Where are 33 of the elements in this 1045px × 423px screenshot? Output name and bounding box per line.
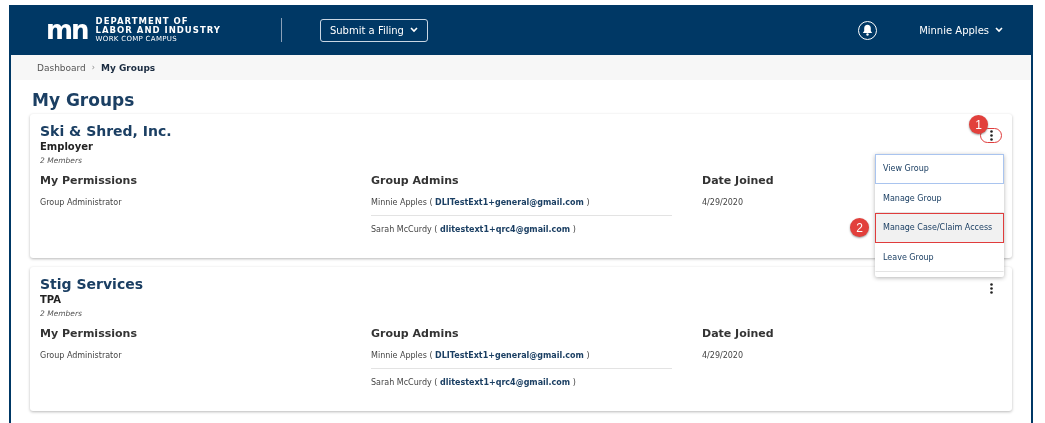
menu-item[interactable]: Manage Group <box>875 183 1004 213</box>
menu-item[interactable]: Leave Group <box>875 242 1004 272</box>
logo-mark: mn <box>46 17 88 43</box>
admin-entry: Minnie Apples ( DLITestExt1+general@gmail.com ) <box>371 351 591 362</box>
date-joined: 4/29/2020 <box>702 351 744 360</box>
breadcrumb-link[interactable]: Dashboard <box>37 62 86 73</box>
submit-filing-button[interactable]: Submit a Filing <box>319 18 428 42</box>
logo-text: LABOR AND INDUSTRY <box>95 25 221 35</box>
breadcrumb-link[interactable]: My Groups <box>101 62 156 73</box>
group-name: Ski & Shred, Inc. <box>40 123 172 139</box>
column-heading: My Permissions <box>40 174 138 187</box>
column-heading: Date Joined <box>702 174 775 187</box>
callout-badge: 2 <box>850 218 869 237</box>
user-menu-button[interactable]: Minnie Apples <box>917 22 1005 38</box>
admin-entry: Minnie Apples ( DLITestExt1+general@gmail.com ) <box>371 198 591 209</box>
breadcrumb-separator-icon: › <box>91 63 96 72</box>
admin-entry: Sarah McCurdy ( dlitestext1+qrc4@gmail.com ) <box>371 215 672 242</box>
group-type: TPA <box>40 294 62 305</box>
permission-value: Group Administrator <box>40 351 122 360</box>
column-heading: Group Admins <box>371 174 460 187</box>
column-heading: Group Admins <box>371 327 460 340</box>
column-heading: Date Joined <box>702 327 775 340</box>
column-heading: My Permissions <box>40 327 138 340</box>
logo-text: DEPARTMENT OF <box>95 16 190 26</box>
date-joined: 4/29/2020 <box>702 198 744 207</box>
callout-badge: 1 <box>969 115 988 134</box>
permission-value: Group Administrator <box>40 198 122 207</box>
page-title: My Groups <box>32 90 136 110</box>
group-type: Employer <box>40 141 94 152</box>
menu-item[interactable]: Manage Case/Claim Access <box>875 213 1004 243</box>
group-name: Stig Services <box>40 276 143 292</box>
menu-item[interactable]: View Group <box>875 154 1004 184</box>
admin-entry: Sarah McCurdy ( dlitestext1+qrc4@gmail.com ) <box>371 368 672 395</box>
